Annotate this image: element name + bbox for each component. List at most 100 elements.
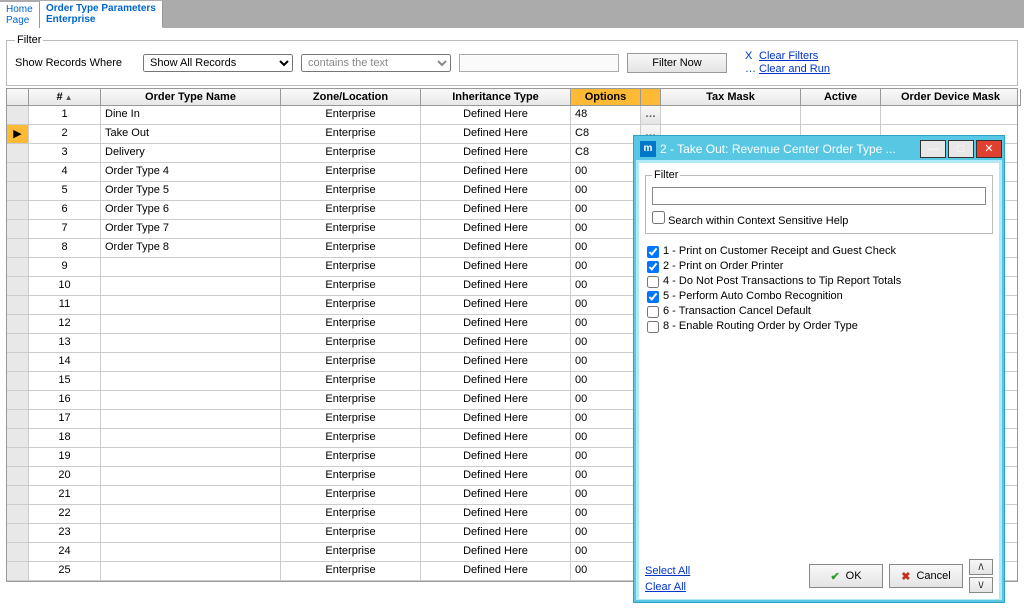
- cell-zone: Enterprise: [281, 144, 421, 163]
- clear-filters-link[interactable]: XClear Filters: [745, 50, 830, 62]
- option-checkbox[interactable]: [647, 321, 659, 333]
- cell-name[interactable]: Order Type 6: [101, 201, 281, 220]
- cell-name[interactable]: [101, 429, 281, 448]
- cell-name[interactable]: [101, 543, 281, 562]
- cell-zone: Enterprise: [281, 486, 421, 505]
- filter-op-select[interactable]: contains the text: [301, 54, 451, 72]
- cell-name[interactable]: [101, 562, 281, 581]
- cell-name[interactable]: Order Type 5: [101, 182, 281, 201]
- col-options[interactable]: Options: [571, 89, 641, 106]
- cell-name[interactable]: Dine In: [101, 106, 281, 125]
- dialog-search-input[interactable]: [652, 187, 986, 205]
- option-checkbox[interactable]: [647, 276, 659, 288]
- cell-name[interactable]: [101, 448, 281, 467]
- options-dialog: m 2 - Take Out: Revenue Center Order Typ…: [634, 136, 1004, 602]
- cell-name[interactable]: Take Out: [101, 125, 281, 144]
- cell-name[interactable]: [101, 277, 281, 296]
- cell-name[interactable]: [101, 524, 281, 543]
- option-item[interactable]: 2 - Print on Order Printer: [647, 259, 991, 274]
- option-item[interactable]: 4 - Do Not Post Transactions to Tip Repo…: [647, 274, 991, 289]
- cell-name[interactable]: Order Type 4: [101, 163, 281, 182]
- option-item[interactable]: 5 - Perform Auto Combo Recognition: [647, 289, 991, 304]
- maximize-button[interactable]: □: [948, 140, 974, 158]
- option-checkbox[interactable]: [647, 246, 659, 258]
- tab-home-l1: Home: [6, 4, 33, 15]
- options-edit-button[interactable]: …: [641, 106, 661, 125]
- clear-all-link[interactable]: Clear All: [645, 581, 690, 593]
- cell-inherit: Defined Here: [421, 182, 571, 201]
- search-context-label: Search within Context Sensitive Help: [668, 215, 848, 227]
- row-indicator: [7, 562, 29, 581]
- cell-zone: Enterprise: [281, 543, 421, 562]
- row-indicator: [7, 543, 29, 562]
- cell-options: 00: [571, 505, 641, 524]
- cancel-button[interactable]: ✖ Cancel: [889, 564, 963, 588]
- cell-name[interactable]: [101, 353, 281, 372]
- col-active[interactable]: Active: [801, 89, 881, 106]
- ok-button[interactable]: ✔ OK: [809, 564, 883, 588]
- cell-options: 00: [571, 239, 641, 258]
- cell-name[interactable]: [101, 410, 281, 429]
- cell-num: 1: [29, 106, 101, 125]
- cell-active: [801, 106, 881, 125]
- cell-zone: Enterprise: [281, 296, 421, 315]
- dialog-titlebar[interactable]: m 2 - Take Out: Revenue Center Order Typ…: [636, 138, 1002, 160]
- option-item[interactable]: 1 - Print on Customer Receipt and Guest …: [647, 244, 991, 259]
- move-down-button[interactable]: \/: [969, 577, 993, 593]
- filter-now-button[interactable]: Filter Now: [627, 53, 727, 73]
- cell-zone: Enterprise: [281, 467, 421, 486]
- cell-name[interactable]: [101, 296, 281, 315]
- filter-value-input[interactable]: [459, 54, 619, 72]
- cell-num: 3: [29, 144, 101, 163]
- cell-name[interactable]: [101, 315, 281, 334]
- option-checkbox[interactable]: [647, 291, 659, 303]
- cell-name[interactable]: [101, 467, 281, 486]
- col-inherit[interactable]: Inheritance Type: [421, 89, 571, 106]
- cell-num: 5: [29, 182, 101, 201]
- cell-zone: Enterprise: [281, 220, 421, 239]
- col-zone[interactable]: Zone/Location: [281, 89, 421, 106]
- cell-num: 13: [29, 334, 101, 353]
- cell-num: 11: [29, 296, 101, 315]
- cell-name[interactable]: [101, 372, 281, 391]
- option-checkbox[interactable]: [647, 306, 659, 318]
- cell-name[interactable]: Order Type 7: [101, 220, 281, 239]
- cell-name[interactable]: [101, 334, 281, 353]
- cell-options: 00: [571, 277, 641, 296]
- option-item[interactable]: 6 - Transaction Cancel Default: [647, 304, 991, 319]
- search-context-checkbox[interactable]: [652, 211, 665, 224]
- filter-field-select[interactable]: Show All Records: [143, 54, 293, 72]
- cell-options: 00: [571, 258, 641, 277]
- option-item[interactable]: 8 - Enable Routing Order by Order Type: [647, 319, 991, 334]
- cell-name[interactable]: [101, 486, 281, 505]
- tab-active[interactable]: Order Type Parameters Enterprise: [40, 1, 163, 28]
- minimize-button[interactable]: —: [920, 140, 946, 158]
- cell-zone: Enterprise: [281, 315, 421, 334]
- tab-home[interactable]: Home Page: [0, 2, 40, 28]
- select-all-link[interactable]: Select All: [645, 565, 690, 577]
- cell-name[interactable]: [101, 505, 281, 524]
- col-device[interactable]: Order Device Mask: [881, 89, 1021, 106]
- cell-name[interactable]: Order Type 8: [101, 239, 281, 258]
- cell-zone: Enterprise: [281, 410, 421, 429]
- cell-num: 21: [29, 486, 101, 505]
- cell-options: 00: [571, 315, 641, 334]
- table-row[interactable]: 1Dine InEnterpriseDefined Here48…: [7, 106, 1017, 125]
- cell-options: 48: [571, 106, 641, 125]
- row-indicator: [7, 106, 29, 125]
- move-up-button[interactable]: /\: [969, 559, 993, 575]
- close-button[interactable]: ✕: [976, 140, 1002, 158]
- cell-num: 10: [29, 277, 101, 296]
- cell-zone: Enterprise: [281, 125, 421, 144]
- cell-name[interactable]: Delivery: [101, 144, 281, 163]
- check-icon: ✔: [830, 570, 839, 583]
- col-num[interactable]: #▲: [29, 89, 101, 106]
- clear-and-run-link[interactable]: …Clear and Run: [745, 63, 830, 75]
- cell-name[interactable]: [101, 258, 281, 277]
- cell-inherit: Defined Here: [421, 429, 571, 448]
- cell-num: 2: [29, 125, 101, 144]
- col-name[interactable]: Order Type Name: [101, 89, 281, 106]
- option-checkbox[interactable]: [647, 261, 659, 273]
- cell-name[interactable]: [101, 391, 281, 410]
- col-tax[interactable]: Tax Mask: [661, 89, 801, 106]
